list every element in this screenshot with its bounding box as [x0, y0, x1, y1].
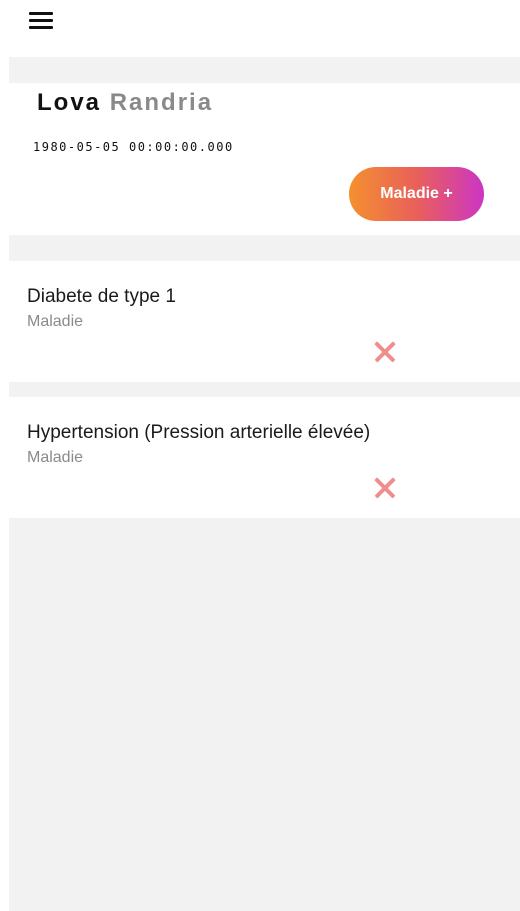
- patient-first-name: Lova: [37, 89, 102, 116]
- patient-name: Lova Randria: [37, 89, 213, 117]
- disease-type: Maladie: [27, 313, 84, 330]
- disease-name: Hypertension (Pression arterielle élevée…: [27, 422, 371, 443]
- add-disease-button[interactable]: Maladie +: [349, 167, 484, 221]
- disease-name: Diabete de type 1: [27, 286, 176, 307]
- menu-line: [29, 12, 53, 15]
- disease-card: Diabete de type 1 Maladie: [9, 261, 520, 382]
- close-icon[interactable]: [372, 475, 398, 501]
- hamburger-menu-icon[interactable]: [28, 10, 56, 32]
- patient-card: Lova Randria 1980-05-05 00:00:00.000 Mal…: [9, 83, 520, 235]
- top-bar: [0, 0, 520, 57]
- menu-line: [29, 26, 53, 29]
- close-icon[interactable]: [372, 339, 398, 365]
- disease-type: Maladie: [27, 449, 84, 466]
- menu-line: [29, 19, 53, 22]
- main-content: Lova Randria 1980-05-05 00:00:00.000 Mal…: [9, 57, 520, 911]
- patient-last-name: Randria: [109, 89, 214, 116]
- patient-birthdate: 1980-05-05 00:00:00.000: [33, 140, 234, 154]
- disease-card: Hypertension (Pression arterielle élevée…: [9, 397, 520, 518]
